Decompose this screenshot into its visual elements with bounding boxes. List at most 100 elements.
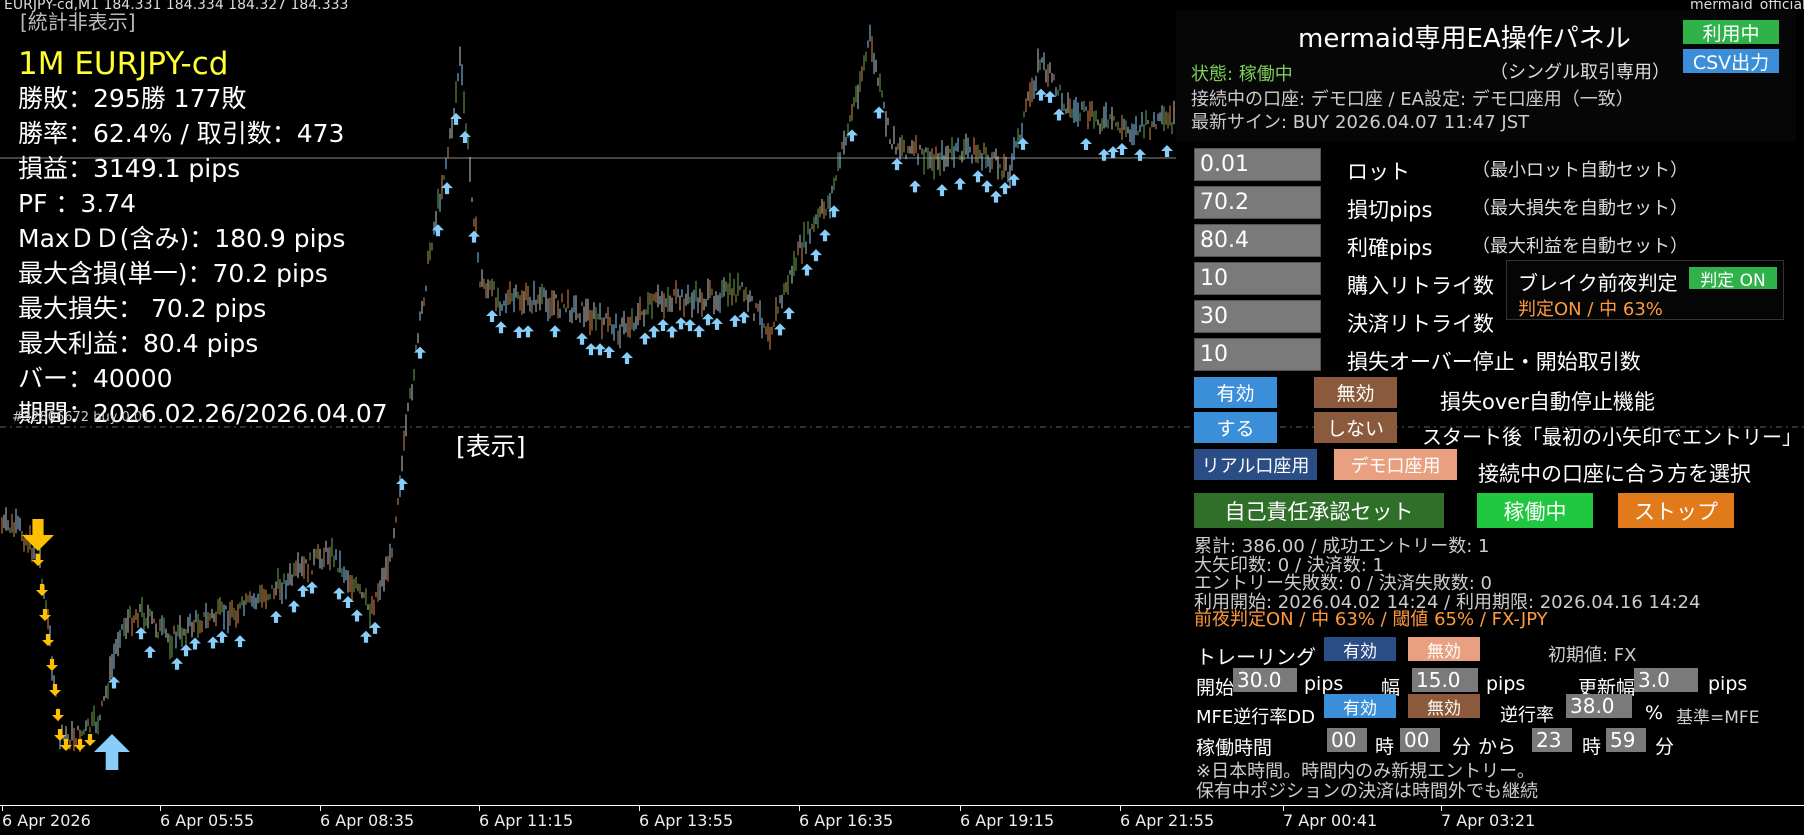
x-tick-mark (1283, 806, 1284, 811)
buy-arrow-icon (1098, 148, 1110, 161)
trailing-label: トレーリング (1196, 645, 1316, 669)
buy-arrow-icon (1044, 90, 1056, 103)
buy-arrow-icon (639, 332, 651, 345)
hide-stats-toggle[interactable]: [統計非表示] (20, 6, 136, 35)
buy-arrow-icon (621, 352, 633, 365)
buy-arrow-icon (684, 319, 696, 332)
buy-arrow-icon (774, 323, 786, 336)
buy-arrow-icon (360, 630, 372, 643)
buy-arrow-icon (306, 581, 318, 594)
buy-arrow-icon (648, 325, 660, 338)
sell-arrow-icon (39, 609, 51, 621)
hours-label: 稼働時間 (1196, 737, 1273, 759)
param-input[interactable]: 0.01 (1194, 148, 1321, 181)
param-label: 購入リトライ数 (1347, 274, 1494, 298)
buy-arrow-icon (396, 478, 408, 491)
summary-line: 累計: 386.00 / 成功エントリー数: 1 (1194, 536, 1490, 557)
buy-arrow-icon (513, 326, 525, 339)
x-tick-label: 6 Apr 19:15 (960, 811, 1055, 830)
mfe-pct: % (1645, 702, 1664, 724)
approve-button[interactable]: 自己責任承認セット (1194, 493, 1444, 528)
x-tick-label: 6 Apr 13:55 (639, 811, 734, 830)
loss-stop-on-button[interactable]: 有効 (1194, 377, 1277, 408)
buy-arrow-icon (936, 184, 948, 197)
buy-arrow-icon (144, 645, 156, 658)
buy-arrow-icon (801, 263, 813, 276)
stop-button[interactable]: ストップ (1618, 493, 1734, 528)
buy-arrow-icon (468, 230, 480, 243)
buy-arrow-icon (873, 106, 885, 119)
x-tick-label: 7 Apr 00:41 (1283, 811, 1378, 830)
buy-arrow-icon (351, 609, 363, 622)
mfe-label: MFE逆行率DD (1196, 707, 1315, 728)
minute-unit-2: 分 (1655, 736, 1675, 758)
param-input[interactable]: 10 (1194, 262, 1321, 295)
x-tick-mark (639, 806, 640, 811)
buy-arrow-icon (909, 180, 921, 193)
sell-arrow-icon (36, 584, 48, 596)
trail-width-unit: pips (1486, 673, 1526, 695)
status-text: 状態: 稼働中 (1191, 64, 1293, 85)
buy-arrow-icon (783, 307, 795, 320)
buy-arrow-icon (1035, 88, 1047, 101)
stat-line: 勝率：62.4% / 取引数：473 (18, 119, 345, 148)
buy-arrow-icon (981, 180, 993, 193)
x-tick-label: 6 Apr 11:15 (479, 811, 574, 830)
x-tick-mark (960, 806, 961, 811)
end-hour-input[interactable]: 23 (1532, 728, 1572, 752)
x-tick-label: 6 Apr 05:55 (160, 811, 255, 830)
x-tick-label: 6 Apr 16:35 (799, 811, 894, 830)
csv-export-button[interactable]: CSV出力 (1683, 49, 1779, 74)
param-hint: （最大損失を自動セット） (1472, 198, 1688, 219)
show-toggle[interactable]: [表示] (456, 427, 526, 463)
loss-stop-off-button[interactable]: 無効 (1314, 377, 1397, 408)
trailing-off-button[interactable]: 無効 (1408, 637, 1480, 662)
start-hour-input[interactable]: 00 (1327, 728, 1367, 752)
first-arrow-no-button[interactable]: しない (1314, 412, 1397, 443)
mfe-basis: 基準=MFE (1676, 708, 1760, 728)
buy-arrow-icon (603, 346, 615, 359)
param-label: 利確pips (1347, 236, 1433, 260)
stat-line: 最大損失： 70.2 pips (18, 294, 267, 323)
trail-update-input[interactable]: 3.0 (1634, 668, 1698, 692)
minute-unit-1: 分 (1452, 736, 1472, 758)
buy-arrow-icon (1017, 137, 1029, 150)
trail-start-input[interactable]: 30.0 (1233, 668, 1297, 692)
trailing-on-button[interactable]: 有効 (1324, 637, 1396, 662)
in-use-button[interactable]: 利用中 (1683, 20, 1779, 45)
buy-arrow-icon (594, 343, 606, 356)
end-minute-input[interactable]: 59 (1606, 728, 1646, 752)
mfe-rate-input[interactable]: 38.0 (1566, 694, 1632, 718)
buy-arrow-icon (810, 249, 822, 262)
trail-start-label: 開始 (1196, 677, 1235, 699)
buy-arrow-icon (711, 317, 723, 330)
param-input[interactable]: 30 (1194, 300, 1321, 333)
mfe-off-button[interactable]: 無効 (1408, 694, 1480, 719)
first-arrow-yes-button[interactable]: する (1194, 412, 1277, 443)
mfe-on-button[interactable]: 有効 (1324, 694, 1396, 719)
x-tick-mark (1441, 806, 1442, 811)
buy-arrow-icon (1134, 148, 1146, 161)
running-button[interactable]: 稼働中 (1477, 493, 1593, 528)
buy-arrow-icon (216, 630, 228, 643)
buy-arrow-icon (990, 190, 1002, 203)
demo-account-button[interactable]: デモ口座用 (1334, 449, 1457, 480)
buy-arrow-icon (135, 627, 147, 640)
param-input[interactable]: 80.4 (1194, 224, 1321, 257)
breakout-badge[interactable]: 判定 ON (1689, 267, 1777, 291)
symbol-title: 1M EURJPY-cd (18, 46, 229, 82)
loss-stop-label: 損失over自動停止機能 (1440, 390, 1655, 414)
param-input[interactable]: 70.2 (1194, 186, 1321, 219)
buy-arrow-icon (459, 131, 471, 144)
real-account-button[interactable]: リアル口座用 (1194, 449, 1317, 480)
buy-arrow-icon (666, 325, 678, 338)
param-hint: （最大利益を自動セット） (1472, 236, 1688, 257)
breakout-title: ブレイク前夜判定 (1518, 271, 1678, 295)
param-input[interactable]: 10 (1194, 338, 1321, 371)
start-minute-input[interactable]: 00 (1400, 728, 1440, 752)
buy-arrow-icon (288, 600, 300, 613)
stat-line: 最大利益：80.4 pips (18, 329, 259, 358)
summary-line: 利用開始: 2026.04.02 14:24 / 利用期限: 2026.04.1… (1194, 591, 1701, 613)
buy-arrow-icon (999, 182, 1011, 195)
trail-width-input[interactable]: 15.0 (1412, 668, 1478, 692)
